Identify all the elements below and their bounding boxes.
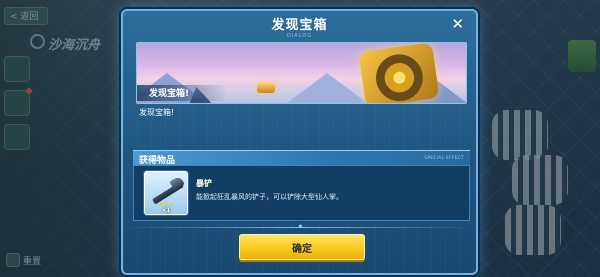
- dialog-subtitle: DIALOG: [286, 32, 313, 39]
- banner-label: 发现宝箱!: [149, 89, 190, 99]
- treasure-chest-image: [358, 43, 440, 103]
- item-slot[interactable]: ★★★ ×1: [144, 171, 188, 215]
- items-section-subtitle: SPECIAL EFFECT: [424, 155, 464, 160]
- dialog-title: 发现宝箱: [271, 17, 328, 33]
- small-chest: [257, 83, 275, 93]
- divider-ornament: ✦: [297, 222, 304, 231]
- confirm-button[interactable]: 确定: [239, 234, 365, 260]
- close-icon[interactable]: ✕: [451, 15, 464, 33]
- treasure-banner: 发现宝箱!: [136, 42, 467, 104]
- treasure-dialog: 发现宝箱 DIALOG ✕ 发现宝箱! 发现宝箱! 获得物品 SPECIAL E…: [121, 9, 478, 275]
- dialog-message: 发现宝箱!: [139, 108, 175, 117]
- mountain-shape: [287, 73, 367, 103]
- dialog-header: 发现宝箱 DIALOG: [123, 11, 476, 39]
- item-name: 暴铲: [196, 179, 212, 188]
- reward-item: ★★★ ×1 暴铲 能掀起狂乱暴风的铲子，可以铲除大型仙人掌。: [133, 165, 470, 221]
- items-section-header: 获得物品 SPECIAL EFFECT: [133, 150, 470, 166]
- item-description: 能掀起狂乱暴风的铲子，可以铲除大型仙人掌。: [196, 193, 343, 201]
- item-quantity: ×1: [161, 207, 171, 214]
